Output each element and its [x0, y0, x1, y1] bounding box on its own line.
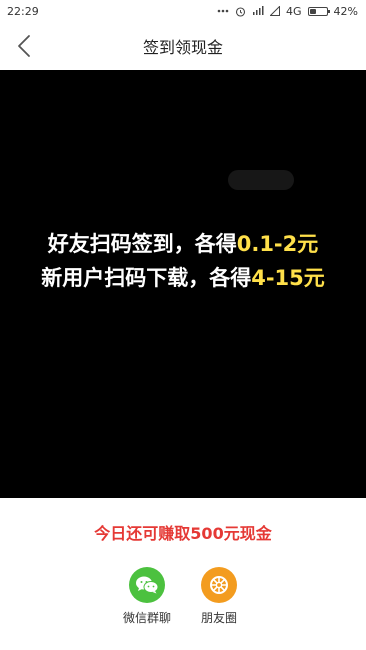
chevron-left-icon [18, 35, 30, 57]
cash-remaining-prompt: 今日还可赚取500元现金 [94, 524, 272, 543]
screen: 22:29 4G 42% 签到领现金 好友扫码签到，各得0.1-2元 新用户扫码… [0, 0, 366, 650]
reward-line-new-users: 新用户扫码下载，各得4-15元 [0, 262, 366, 292]
reward-amount-new-users: 4-15元 [251, 266, 325, 290]
battery-fill [309, 8, 317, 14]
status-icons: 4G 42% [217, 5, 358, 18]
reward-line-new-users-text: 新用户扫码下载，各得 [41, 266, 252, 290]
nav-bar: 签到领现金 [0, 22, 366, 70]
page-title: 签到领现金 [142, 38, 223, 57]
reward-line-friends-text: 好友扫码签到，各得 [47, 232, 237, 256]
moments-icon [201, 567, 237, 603]
signal-icon-2 [270, 6, 281, 16]
share-moments-label: 朋友圈 [200, 611, 237, 625]
share-moments-button[interactable]: 朋友圈 [184, 567, 254, 626]
share-wechat-group-label: 微信群聊 [122, 611, 171, 625]
more-dots-icon [217, 9, 229, 13]
faded-background-banner [0, 70, 366, 200]
signal-icon [252, 6, 264, 16]
status-time: 22:29 [7, 4, 39, 18]
status-bar: 22:29 4G 42% [0, 0, 366, 22]
wechat-icon [129, 567, 165, 603]
invite-poster: 好友扫码签到，各得0.1-2元 新用户扫码下载，各得4-15元 [0, 70, 366, 498]
battery-icon [307, 6, 330, 16]
faded-banner-pill [228, 170, 294, 190]
reward-amount-friends: 0.1-2元 [236, 232, 319, 256]
network-type: 4G [286, 4, 302, 18]
reward-line-friends: 好友扫码签到，各得0.1-2元 [0, 228, 366, 258]
battery-percent: 42% [333, 4, 358, 18]
alarm-icon [235, 6, 246, 17]
share-wechat-group-button[interactable]: 微信群聊 [112, 567, 182, 626]
back-button[interactable] [10, 32, 38, 60]
